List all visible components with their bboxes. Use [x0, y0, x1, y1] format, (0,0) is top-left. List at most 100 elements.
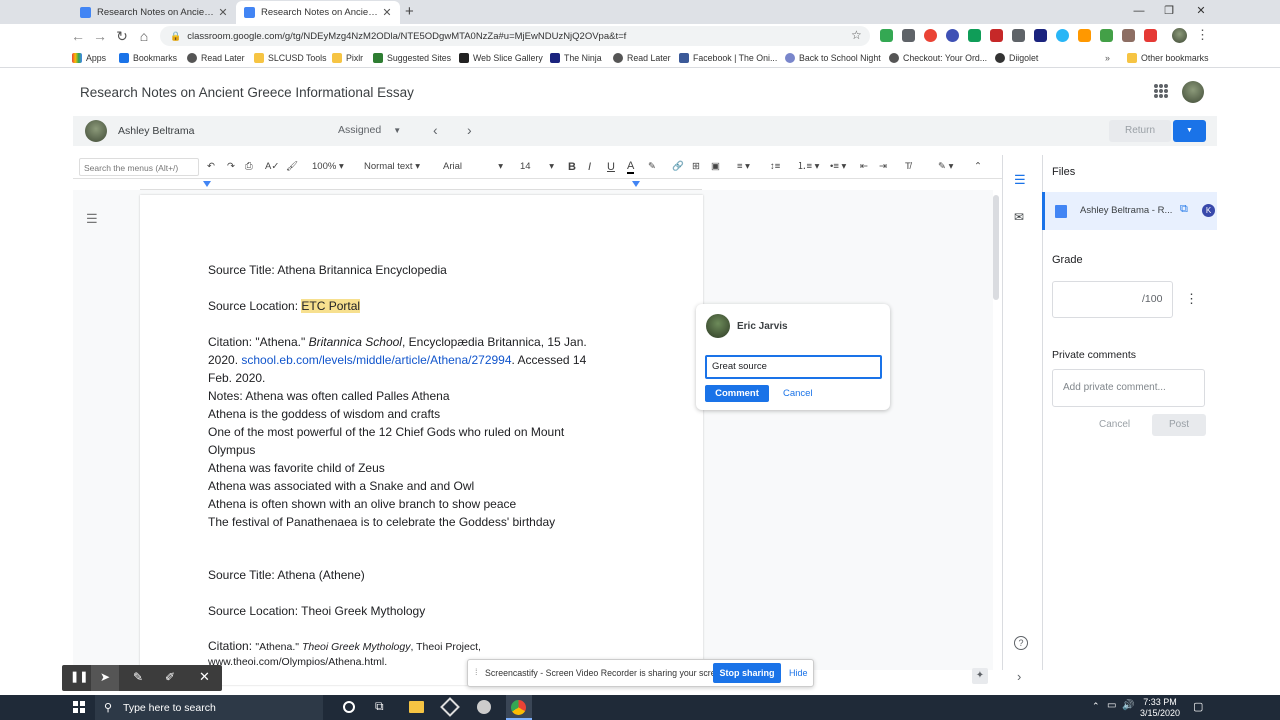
style-select[interactable]: Normal text ▾ — [364, 158, 420, 176]
align-icon[interactable]: ≡ ▾ — [737, 158, 750, 176]
decrease-indent-icon[interactable]: ⇤ — [860, 158, 868, 176]
private-comment-input[interactable]: Add private comment... — [1052, 369, 1205, 407]
redo-icon[interactable]: ↷ — [227, 158, 235, 176]
bookmark-item[interactable]: SLCUSD Tools — [254, 50, 327, 66]
file-explorer-icon[interactable] — [409, 701, 424, 713]
spellcheck-icon[interactable]: A✓ — [265, 158, 279, 176]
extension-icon[interactable] — [1034, 29, 1047, 42]
bookmark-item[interactable]: Web Slice Gallery — [459, 50, 543, 66]
undo-icon[interactable]: ↶ — [207, 158, 215, 176]
comment-cancel-button[interactable]: Cancel — [783, 388, 813, 399]
stop-sharing-button[interactable]: Stop sharing — [713, 663, 781, 683]
bookmark-item[interactable]: Checkout: Your Ord... — [889, 50, 987, 66]
return-options-caret-icon[interactable]: ▼ — [1173, 120, 1206, 142]
home-icon[interactable]: ⌂ — [135, 27, 153, 45]
pen-icon[interactable]: ✎ — [133, 670, 143, 684]
document-scrollbar[interactable] — [993, 195, 999, 300]
previous-student-chevron-icon[interactable]: ‹ — [433, 122, 438, 138]
left-indent-marker[interactable] — [203, 181, 211, 187]
bookmark-item[interactable]: Bookmarks — [119, 50, 177, 66]
taskbar-app-icon[interactable] — [477, 700, 491, 714]
private-post-button[interactable]: Post — [1152, 414, 1206, 436]
return-button[interactable]: Return — [1109, 120, 1171, 142]
more-bookmarks-icon[interactable]: » — [1105, 50, 1110, 66]
zoom-select[interactable]: 100% ▾ — [312, 158, 344, 176]
new-tab-plus-icon[interactable]: + — [405, 3, 414, 20]
close-window-icon[interactable]: ✕ — [1186, 0, 1216, 22]
bookmark-item[interactable]: Facebook | The Oni... — [679, 50, 777, 66]
right-indent-marker[interactable] — [632, 181, 640, 187]
address-bar[interactable]: 🔒 classroom.google.com/g/tg/NDEyMzg4NzM2… — [160, 26, 870, 46]
close-toolbar-icon[interactable]: ✕ — [199, 669, 210, 685]
private-cancel-button[interactable]: Cancel — [1099, 419, 1130, 430]
extension-icon[interactable] — [946, 29, 959, 42]
browser-tab-active[interactable]: Research Notes on Ancient Greec ✕ — [236, 1, 400, 24]
bookmark-item[interactable]: Diigolet — [995, 50, 1038, 66]
bookmark-item[interactable]: Suggested Sites — [373, 50, 451, 66]
system-clock[interactable]: 7:33 PM 3/15/2020 — [1140, 697, 1180, 719]
menu-search-input[interactable]: Search the menus (Alt+/) — [79, 158, 199, 176]
numbered-list-icon[interactable]: ⒈≡ ▾ — [797, 158, 819, 176]
extension-icon[interactable] — [880, 29, 893, 42]
bookmark-star-icon[interactable]: ☆ — [851, 28, 862, 42]
citation-link[interactable]: school.eb.com/levels/middle/article/Athe… — [241, 353, 511, 367]
notifications-icon[interactable]: ▢ — [1193, 700, 1203, 713]
browser-menu-icon[interactable]: ⋮ — [1196, 27, 1209, 43]
bookmark-item[interactable]: Read Later — [187, 50, 245, 66]
extension-badge-icon[interactable]: K — [1202, 204, 1215, 217]
status-dropdown[interactable]: Assigned ▼ — [338, 124, 401, 138]
extension-icon[interactable] — [1078, 29, 1091, 42]
line-spacing-icon[interactable]: ↕≡ — [770, 158, 780, 176]
back-arrow-icon[interactable]: ← — [69, 27, 87, 45]
volume-icon[interactable]: 🔊 — [1122, 700, 1134, 711]
highlighted-text[interactable]: ETC Portal — [301, 299, 361, 313]
next-student-chevron-icon[interactable]: › — [467, 122, 472, 138]
extension-icon[interactable] — [1144, 29, 1157, 42]
bookmark-apps[interactable]: Apps — [72, 50, 106, 66]
hide-notice-button[interactable]: Hide — [789, 668, 808, 678]
highlighter-icon[interactable]: ✐ — [165, 670, 175, 684]
other-bookmarks[interactable]: Other bookmarks — [1127, 50, 1208, 66]
print-icon[interactable]: ⎙ — [245, 158, 253, 176]
show-hidden-icons-icon[interactable]: ⌃ — [1092, 701, 1100, 712]
close-tab-icon[interactable]: ✕ — [218, 6, 228, 19]
comment-input[interactable]: Great source — [705, 355, 882, 379]
paint-format-icon[interactable]: 🖌 — [286, 158, 298, 176]
help-icon[interactable]: ? — [1014, 636, 1028, 650]
pause-recording-icon[interactable]: ❚❚ — [70, 670, 88, 683]
minimize-window-icon[interactable]: — — [1124, 0, 1154, 22]
bookmark-item[interactable]: Read Later — [613, 50, 671, 66]
apps-grid-icon[interactable] — [1154, 84, 1168, 98]
insert-image-icon[interactable]: ▣ — [711, 158, 720, 176]
account-avatar[interactable] — [1182, 81, 1204, 103]
bookmark-item[interactable]: Pixlr — [332, 50, 363, 66]
profile-avatar[interactable] — [1172, 28, 1187, 43]
reload-icon[interactable]: ↻ — [113, 27, 131, 45]
extension-icon[interactable] — [990, 29, 1003, 42]
drag-handle-icon[interactable]: ⁞ — [475, 667, 478, 677]
increase-indent-icon[interactable]: ⇥ — [879, 158, 887, 176]
explore-icon[interactable]: ✦ — [972, 668, 988, 684]
font-select[interactable]: Arial ▾ — [443, 158, 503, 176]
comment-submit-button[interactable]: Comment — [705, 385, 769, 402]
bookmark-item[interactable]: The Ninja — [550, 50, 602, 66]
bookmark-item[interactable]: Back to School Night — [785, 50, 881, 66]
windows-start-icon[interactable] — [73, 701, 85, 713]
browser-tab[interactable]: Research Notes on Ancient Greec ✕ — [72, 1, 236, 24]
extension-icon[interactable] — [1122, 29, 1135, 42]
highlight-color-icon[interactable]: ✎ — [648, 158, 656, 176]
bold-icon[interactable]: B — [568, 158, 576, 176]
link-icon[interactable]: 🔗 — [672, 158, 684, 176]
underline-icon[interactable]: U — [607, 158, 615, 176]
maximize-window-icon[interactable]: ❐ — [1154, 0, 1184, 22]
editing-mode-icon[interactable]: ✎ ▾ — [938, 158, 953, 176]
extension-icon[interactable] — [1012, 29, 1025, 42]
file-name[interactable]: Ashley Beltrama - R... — [1080, 205, 1172, 216]
extension-icon[interactable] — [1056, 29, 1069, 42]
cortana-icon[interactable] — [343, 701, 355, 713]
add-comment-icon[interactable]: ⊞ — [692, 158, 700, 176]
grade-more-options-icon[interactable]: ⋮ — [1185, 291, 1198, 307]
extension-icon[interactable] — [924, 29, 937, 42]
task-view-icon[interactable]: ⧉ — [375, 699, 384, 714]
comments-tab-icon[interactable]: ✉ — [1014, 210, 1024, 224]
